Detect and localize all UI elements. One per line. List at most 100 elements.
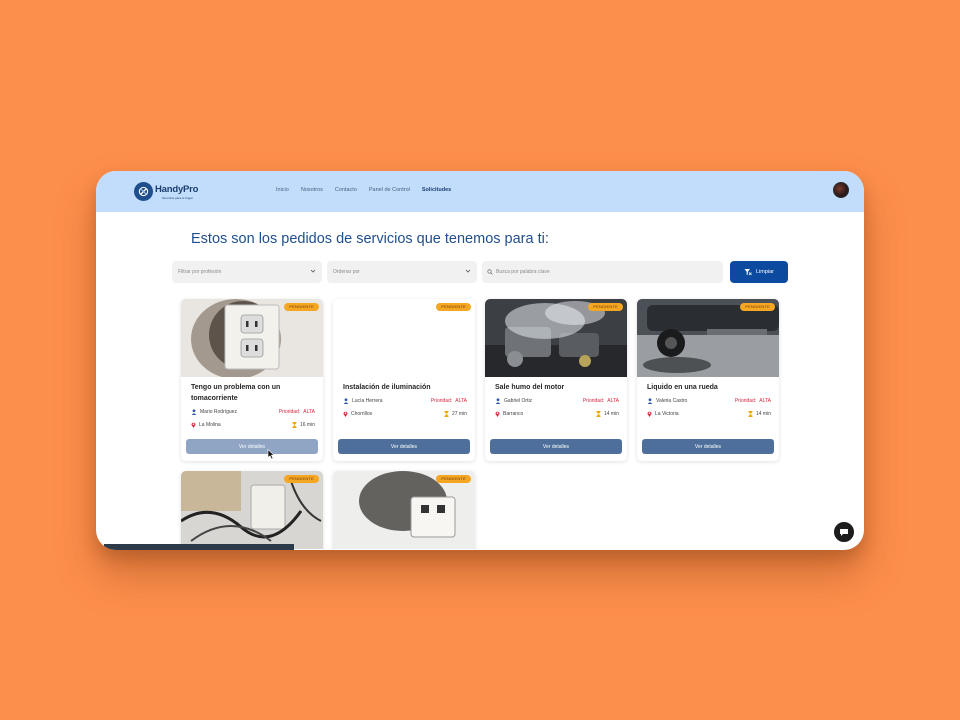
brand-tagline: Servicios para tu hogar — [162, 196, 193, 200]
card-location: La Victoria — [647, 411, 679, 417]
search-input[interactable]: Busca por palabra clave — [482, 261, 723, 283]
service-card: PENDIENTE Instalación de iluminación Luc… — [333, 299, 475, 461]
profession-filter-select[interactable]: Filtrar por profesión — [172, 261, 322, 283]
card-location: La Molina — [191, 422, 221, 428]
card-location-name: Chorrillos — [351, 411, 373, 417]
view-details-button[interactable]: Ver detalles — [490, 439, 622, 454]
chat-button[interactable] — [832, 520, 856, 544]
card-user-name: Valeria Castro — [656, 398, 688, 404]
card-user: Gabriel Ortiz — [495, 398, 532, 404]
card-time-value: 16 min — [299, 422, 315, 428]
card-time: 16 min — [292, 422, 315, 428]
location-pin-icon — [343, 411, 348, 417]
mouse-cursor-icon — [267, 449, 275, 460]
card-priority: Prioridad: ALTA — [279, 409, 315, 415]
status-badge: PENDIENTE — [436, 303, 471, 311]
card-location: Chorrillos — [343, 411, 372, 417]
service-card: PENDIENTE Sale humo del motor Gabriel Or… — [485, 299, 627, 461]
card-location-name: Barranco — [503, 411, 524, 417]
service-card: PENDIENTE — [333, 471, 475, 550]
card-location-name: La Victoria — [655, 411, 679, 417]
user-icon — [495, 398, 501, 404]
card-image-burnt-outlet: PENDIENTE — [333, 471, 475, 549]
card-location-name: La Molina — [199, 422, 221, 428]
order-select[interactable]: Ordenar por — [327, 261, 477, 283]
card-user-name: Mario Rodríguez — [200, 409, 237, 415]
search-placeholder: Busca por palabra clave — [496, 269, 550, 275]
view-details-button[interactable]: Ver detalles — [186, 439, 318, 454]
wrench-icon — [134, 182, 153, 201]
card-priority-value: ALTA — [607, 398, 619, 404]
status-badge: PENDIENTE — [740, 303, 775, 311]
card-user: Lucía Herrera — [343, 398, 383, 404]
status-badge: PENDIENTE — [284, 303, 319, 311]
card-time: 14 min — [748, 411, 771, 417]
nav-link-inicio[interactable]: Inicio — [276, 187, 289, 193]
chat-bubble-icon — [840, 528, 848, 536]
service-card: PENDIENTE Tengo un problema con un tomac… — [181, 299, 323, 461]
status-badge: PENDIENTE — [284, 475, 319, 483]
nav-link-panel[interactable]: Panel de Control — [369, 187, 410, 193]
card-priority-value: ALTA — [303, 409, 315, 415]
brand-name: HandyPro — [155, 184, 199, 195]
card-location: Barranco — [495, 411, 523, 417]
profession-filter-placeholder: Filtrar por profesión — [178, 269, 222, 275]
card-image-outlet: PENDIENTE — [181, 299, 323, 377]
chevron-down-icon — [465, 269, 471, 273]
hourglass-icon — [444, 411, 449, 417]
view-details-button[interactable]: Ver detalles — [338, 439, 470, 454]
card-user-name: Lucía Herrera — [352, 398, 383, 404]
clear-filters-button[interactable]: Limpiar — [730, 261, 788, 283]
card-title: Liquido en una rueda — [647, 384, 718, 391]
status-badge: PENDIENTE — [588, 303, 623, 311]
top-navbar: HandyPro Servicios para tu hogar Inicio … — [96, 171, 864, 212]
service-card: PENDIENTE — [181, 471, 323, 550]
nav-link-nosotros[interactable]: Nosotros — [301, 187, 323, 193]
card-user-name: Gabriel Ortiz — [504, 398, 533, 404]
hourglass-icon — [596, 411, 601, 417]
card-priority: Prioridad: ALTA — [431, 398, 467, 404]
card-title: Tengo un problema con un tomacorriente — [191, 384, 281, 402]
clear-filters-label: Limpiar — [755, 269, 775, 275]
filter-clear-icon — [744, 269, 752, 276]
search-icon — [487, 269, 493, 275]
view-details-button[interactable]: Ver detalles — [642, 439, 774, 454]
card-time-value: 27 min — [451, 411, 467, 417]
card-priority-label: Prioridad: — [582, 398, 605, 404]
card-image-wires: PENDIENTE — [181, 471, 323, 549]
chevron-down-icon — [310, 269, 316, 273]
order-placeholder: Ordenar por — [333, 269, 360, 275]
user-icon — [191, 409, 197, 415]
card-time: 14 min — [596, 411, 619, 417]
card-user: Mario Rodríguez — [191, 409, 237, 415]
hourglass-icon — [292, 422, 297, 428]
card-priority: Prioridad: ALTA — [735, 398, 771, 404]
user-avatar[interactable] — [833, 182, 849, 198]
card-priority-label: Prioridad: — [278, 409, 301, 415]
card-title: Instalación de iluminación — [343, 384, 431, 391]
brand-logo[interactable]: HandyPro Servicios para tu hogar — [134, 181, 206, 203]
page-heading: Estos son los pedidos de servicios que t… — [191, 231, 549, 247]
nav-links: Inicio Nosotros Contacto Panel de Contro… — [276, 187, 463, 193]
card-time-value: 14 min — [603, 411, 619, 417]
card-priority-value: ALTA — [455, 398, 467, 404]
service-card: PENDIENTE Liquido en una rueda Valeria C… — [637, 299, 779, 461]
card-user: Valeria Castro — [647, 398, 687, 404]
location-pin-icon — [647, 411, 652, 417]
nav-link-contacto[interactable]: Contacto — [335, 187, 357, 193]
card-time-value: 14 min — [755, 411, 771, 417]
card-priority-label: Prioridad: — [734, 398, 757, 404]
card-image-blank: PENDIENTE — [333, 299, 475, 377]
location-pin-icon — [191, 422, 196, 428]
nav-link-solicitudes[interactable]: Solicitudes — [422, 187, 451, 193]
card-title: Sale humo del motor — [495, 384, 565, 391]
card-priority-label: Prioridad: — [430, 398, 453, 404]
hourglass-icon — [748, 411, 753, 417]
card-time: 27 min — [444, 411, 467, 417]
card-image-engine: PENDIENTE — [485, 299, 627, 377]
card-priority: Prioridad: ALTA — [583, 398, 619, 404]
card-image-car-leak: PENDIENTE — [637, 299, 779, 377]
card-priority-value: ALTA — [759, 398, 771, 404]
status-badge: PENDIENTE — [436, 475, 471, 483]
link-status-bar — [104, 544, 294, 550]
